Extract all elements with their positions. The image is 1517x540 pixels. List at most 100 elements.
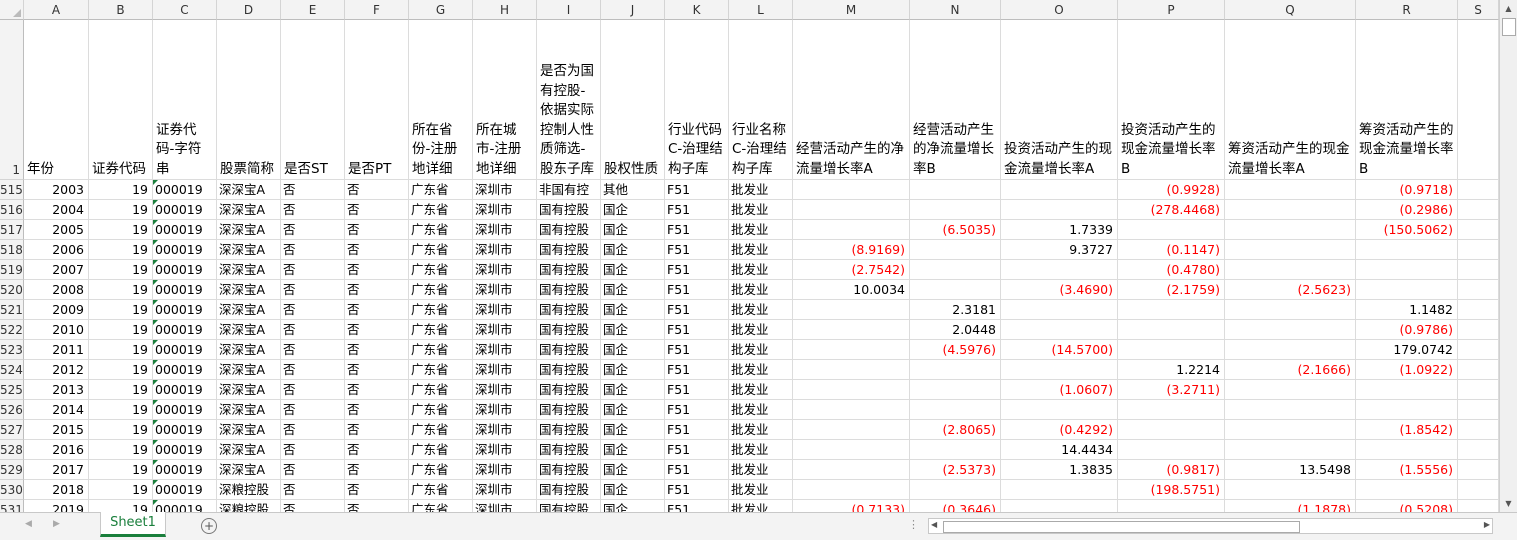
column-header[interactable]: D (217, 0, 281, 20)
table-cell[interactable]: 广东省 (409, 300, 473, 320)
table-cell[interactable] (1225, 420, 1356, 440)
table-cell[interactable]: 19 (89, 180, 153, 200)
table-cell[interactable] (1225, 180, 1356, 200)
table-cell[interactable]: 国企 (601, 200, 665, 220)
table-cell[interactable]: 国企 (601, 420, 665, 440)
table-cell[interactable]: 19 (89, 300, 153, 320)
empty-cell[interactable] (1458, 280, 1499, 300)
table-cell[interactable]: (4.5976) (910, 340, 1001, 360)
empty-cell[interactable] (1458, 180, 1499, 200)
table-cell[interactable]: 国有控股 (537, 400, 601, 420)
column-header[interactable]: B (89, 0, 153, 20)
table-cell[interactable]: 深圳市 (473, 420, 537, 440)
table-cell[interactable]: 2.0448 (910, 320, 1001, 340)
table-cell[interactable]: (3.4690) (1001, 280, 1118, 300)
table-cell[interactable]: 其他 (601, 180, 665, 200)
table-cell[interactable]: 否 (345, 500, 409, 512)
table-cell[interactable]: F51 (665, 380, 729, 400)
table-cell[interactable]: 深圳市 (473, 440, 537, 460)
table-cell[interactable] (1001, 300, 1118, 320)
table-cell[interactable] (793, 200, 910, 220)
table-cell[interactable] (793, 460, 910, 480)
sheet-tab-sheet1[interactable]: Sheet1 (100, 512, 166, 537)
table-cell[interactable]: 广东省 (409, 360, 473, 380)
table-cell[interactable]: F51 (665, 500, 729, 512)
table-cell[interactable]: 广东省 (409, 320, 473, 340)
table-cell[interactable]: 国有控股 (537, 260, 601, 280)
table-cell[interactable]: (0.3646) (910, 500, 1001, 512)
table-cell[interactable]: 否 (281, 420, 345, 440)
row-header[interactable]: 525 (0, 380, 24, 400)
table-cell[interactable]: 国企 (601, 320, 665, 340)
row-header[interactable]: 524 (0, 360, 24, 380)
table-cell[interactable]: 国有控股 (537, 320, 601, 340)
empty-cell[interactable] (1458, 400, 1499, 420)
table-cell[interactable]: 批发业 (729, 400, 793, 420)
table-cell[interactable]: 深圳市 (473, 360, 537, 380)
scroll-down-arrow[interactable]: ▼ (1501, 496, 1516, 511)
table-cell[interactable]: 1.2214 (1118, 360, 1225, 380)
table-cell[interactable]: 否 (345, 320, 409, 340)
table-cell[interactable] (1001, 320, 1118, 340)
table-cell[interactable]: 19 (89, 260, 153, 280)
table-cell[interactable]: 批发业 (729, 260, 793, 280)
table-cell[interactable]: 国企 (601, 280, 665, 300)
table-cell[interactable]: F51 (665, 400, 729, 420)
row-header[interactable]: 1 (0, 20, 24, 180)
table-cell[interactable]: 深深宝A (217, 340, 281, 360)
table-cell[interactable]: (2.7542) (793, 260, 910, 280)
table-cell[interactable]: F51 (665, 440, 729, 460)
table-cell[interactable]: 2009 (24, 300, 89, 320)
table-cell[interactable] (1001, 200, 1118, 220)
table-cell[interactable] (1118, 440, 1225, 460)
table-cell[interactable]: 深圳市 (473, 320, 537, 340)
table-cell[interactable]: 批发业 (729, 480, 793, 500)
table-cell[interactable]: 否 (345, 300, 409, 320)
table-cell[interactable]: F51 (665, 480, 729, 500)
table-cell[interactable]: 广东省 (409, 240, 473, 260)
table-cell[interactable] (910, 480, 1001, 500)
header-cell[interactable]: 证券代码 (89, 20, 153, 180)
table-cell[interactable]: 19 (89, 480, 153, 500)
table-cell[interactable]: 批发业 (729, 460, 793, 480)
table-cell[interactable]: 国企 (601, 260, 665, 280)
table-cell[interactable] (793, 360, 910, 380)
table-cell[interactable]: (2.1666) (1225, 360, 1356, 380)
table-cell[interactable]: 否 (345, 360, 409, 380)
row-header[interactable]: 521 (0, 300, 24, 320)
table-cell[interactable]: 否 (281, 240, 345, 260)
table-cell[interactable]: 19 (89, 420, 153, 440)
empty-cell[interactable] (1458, 220, 1499, 240)
row-header[interactable]: 522 (0, 320, 24, 340)
header-cell[interactable]: 投资活动产生的现金流量增长率A (1001, 20, 1118, 180)
table-cell[interactable]: 批发业 (729, 200, 793, 220)
header-cell[interactable]: 是否为国有控股-依据实际控制人性质筛选-股东子库 (537, 20, 601, 180)
table-cell[interactable]: 13.5498 (1225, 460, 1356, 480)
table-cell[interactable]: 10.0034 (793, 280, 910, 300)
table-cell[interactable]: (2.8065) (910, 420, 1001, 440)
table-cell[interactable]: 2011 (24, 340, 89, 360)
table-cell[interactable]: 广东省 (409, 420, 473, 440)
table-cell[interactable]: (1.0922) (1356, 360, 1458, 380)
table-cell[interactable]: 国企 (601, 480, 665, 500)
table-cell[interactable]: 国有控股 (537, 500, 601, 512)
empty-cell[interactable] (1458, 320, 1499, 340)
table-cell[interactable]: (1.8542) (1356, 420, 1458, 440)
table-cell[interactable] (793, 440, 910, 460)
table-cell[interactable]: 否 (281, 360, 345, 380)
header-cell[interactable]: 是否PT (345, 20, 409, 180)
header-cell[interactable]: 年份 (24, 20, 89, 180)
table-cell[interactable]: 国有控股 (537, 360, 601, 380)
table-cell[interactable]: 否 (281, 400, 345, 420)
table-cell[interactable] (1001, 360, 1118, 380)
table-cell[interactable] (1356, 280, 1458, 300)
table-cell[interactable]: 否 (345, 220, 409, 240)
table-cell[interactable] (910, 240, 1001, 260)
header-cell[interactable]: 所在城市-注册地详细 (473, 20, 537, 180)
table-cell[interactable]: 批发业 (729, 320, 793, 340)
table-cell[interactable] (910, 260, 1001, 280)
table-cell[interactable]: 2007 (24, 260, 89, 280)
header-cell[interactable]: 行业名称C-治理结构子库 (729, 20, 793, 180)
table-cell[interactable]: 深圳市 (473, 200, 537, 220)
table-cell[interactable] (1118, 320, 1225, 340)
